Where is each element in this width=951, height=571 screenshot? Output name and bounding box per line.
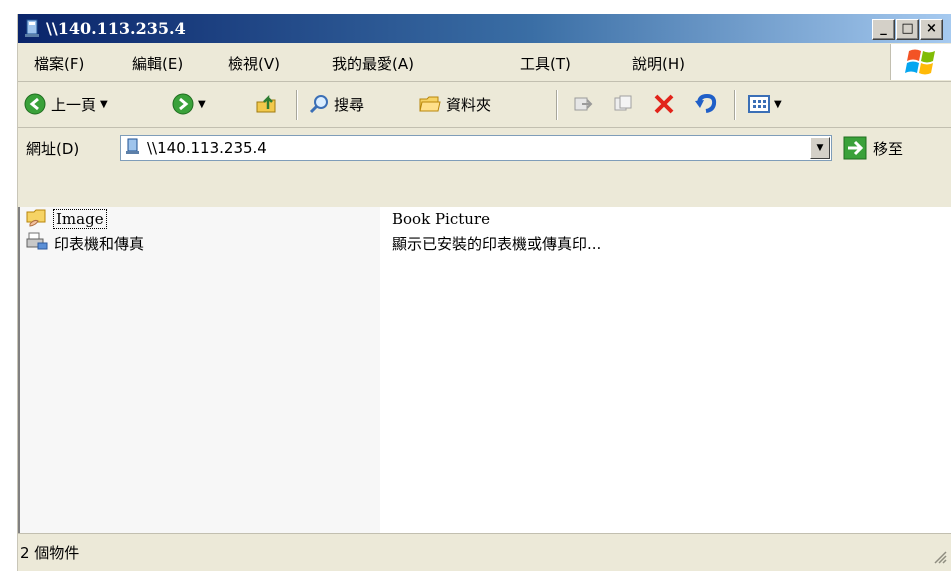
search-button[interactable]: 搜尋 [308, 91, 364, 117]
item-name: Image [53, 209, 107, 229]
close-button[interactable]: × [920, 19, 943, 40]
undo-button[interactable] [694, 91, 718, 117]
list-item[interactable]: 印表機和傳真 顯示已安裝的印表機或傳真印... [20, 231, 951, 255]
forward-dropdown-icon[interactable]: ▼ [198, 99, 206, 110]
address-value: \\140.113.235.4 [147, 139, 267, 157]
maximize-button[interactable]: □ [896, 19, 919, 40]
up-folder-icon [256, 94, 276, 113]
item-comment: Book Picture [392, 210, 490, 228]
menu-help[interactable]: 說明(H) [632, 53, 685, 74]
item-name: 印表機和傳真 [54, 234, 145, 253]
list-header-area [18, 168, 951, 206]
delete-button[interactable] [652, 91, 676, 117]
copy-to-icon [614, 95, 632, 111]
explorer-window: \\140.113.235.4 _ □ × 檔案(F) 編輯(E) 檢視(V) … [18, 14, 951, 571]
address-bar: 網址(D) \\140.113.235.4 ▼ 移至 [18, 128, 951, 169]
menu-tools[interactable]: 工具(T) [520, 53, 571, 74]
views-button[interactable]: ▼ [748, 91, 782, 117]
network-computer-icon [125, 138, 141, 160]
back-button[interactable]: 上一頁 ▼ [24, 91, 108, 117]
views-dropdown-icon[interactable]: ▼ [774, 99, 782, 110]
go-arrow-icon [843, 136, 867, 160]
address-input[interactable]: \\140.113.235.4 ▼ [120, 135, 832, 161]
forward-arrow-icon [172, 93, 194, 115]
move-to-button[interactable] [572, 91, 594, 117]
delete-x-icon [654, 94, 674, 114]
copy-to-button[interactable] [612, 91, 634, 117]
forward-button[interactable]: ▼ [172, 91, 206, 117]
folders-icon [419, 96, 441, 112]
go-button[interactable]: 移至 [843, 136, 903, 160]
shared-folder-icon [26, 207, 48, 231]
menu-favorites[interactable]: 我的最愛(A) [332, 53, 414, 74]
views-grid-icon [748, 95, 770, 113]
list-item[interactable]: Image Book Picture [20, 207, 951, 231]
status-bar: 2 個物件 [18, 533, 951, 571]
back-arrow-icon [24, 93, 46, 115]
minimize-button[interactable]: _ [872, 19, 895, 40]
address-label: 網址(D) [26, 140, 80, 158]
menu-bar: 檔案(F) 編輯(E) 檢視(V) 我的最愛(A) 工具(T) 說明(H) [18, 43, 951, 82]
resize-grip-icon[interactable] [933, 550, 947, 568]
printer-fax-icon [26, 231, 48, 255]
item-comment: 顯示已安裝的印表機或傳真印... [392, 234, 602, 253]
windows-logo-icon [890, 44, 951, 80]
undo-icon [695, 93, 717, 113]
search-icon [309, 95, 328, 114]
status-text: 2 個物件 [20, 544, 80, 562]
title-bar[interactable]: \\140.113.235.4 _ □ × [18, 14, 951, 43]
address-dropdown-button[interactable]: ▼ [810, 137, 830, 159]
up-folder-button[interactable] [254, 91, 278, 117]
window-title: \\140.113.235.4 [46, 19, 186, 38]
standard-toolbar: 上一頁 ▼ ▼ 搜尋 資料夾 ▼ [18, 82, 951, 128]
menu-file[interactable]: 檔案(F) [34, 53, 84, 74]
menu-view[interactable]: 檢視(V) [228, 53, 280, 74]
folders-button[interactable]: 資料夾 [418, 91, 491, 117]
network-computer-icon [23, 19, 41, 43]
back-dropdown-icon[interactable]: ▼ [100, 99, 108, 110]
move-to-icon [574, 97, 593, 111]
menu-edit[interactable]: 編輯(E) [132, 53, 183, 74]
file-list: Image Book Picture 印表機和傳真 顯示已安裝的印表機或傳真印.… [18, 207, 951, 533]
